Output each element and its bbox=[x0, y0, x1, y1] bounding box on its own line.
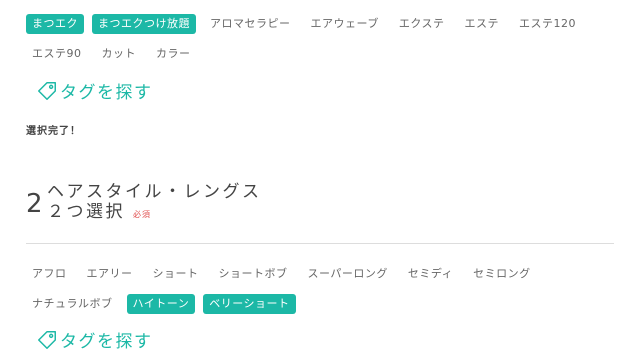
question-header: ヘアスタイル・レングス ２つ選択 必須 bbox=[47, 182, 262, 225]
tag-icon bbox=[38, 81, 56, 100]
tag-selected[interactable]: まつエク bbox=[26, 14, 84, 34]
tag-option[interactable]: カット bbox=[96, 44, 143, 64]
tag-option[interactable]: エアリー bbox=[81, 264, 139, 284]
tag-option[interactable]: ナチュラルボブ bbox=[26, 294, 119, 314]
section-divider bbox=[26, 243, 614, 244]
tag-option[interactable]: ショート bbox=[147, 264, 205, 284]
find-tags-label: タグを探す bbox=[60, 83, 153, 103]
tag-selected[interactable]: まつエクつけ放題 bbox=[92, 14, 196, 34]
find-tags-button-2[interactable]: タグを探す bbox=[36, 327, 153, 352]
tag-option[interactable]: エアウェーブ bbox=[305, 14, 385, 34]
tag-list-section2: アフロ エアリー ショート ショートボブ スーパーロング セミディ セミロングナチュラルボブ… bbox=[26, 264, 620, 324]
tag-selected[interactable]: ベリーショート bbox=[203, 294, 296, 314]
tag-option[interactable]: セミロング bbox=[467, 264, 537, 284]
required-badge: 必須 bbox=[133, 210, 151, 219]
tag-option[interactable]: エステ120 bbox=[513, 14, 582, 34]
tag-option[interactable]: エクステ bbox=[393, 14, 451, 34]
tag-option[interactable]: ショートボブ bbox=[213, 264, 294, 284]
tag-icon bbox=[38, 330, 56, 349]
find-tags-label: タグを探す bbox=[60, 332, 153, 352]
tag-option[interactable]: アロマセラピー bbox=[204, 14, 297, 34]
tag-option[interactable]: エステ bbox=[459, 14, 506, 34]
tag-option[interactable]: セミディ bbox=[402, 264, 459, 284]
question-title: ヘアスタイル・レングス bbox=[47, 182, 262, 202]
selection-complete-text: 選択完了！ bbox=[26, 126, 81, 137]
question-number: 2 bbox=[26, 189, 43, 219]
question-subtitle-row: ２つ選択 必須 bbox=[47, 202, 262, 225]
tag-option[interactable]: スーパーロング bbox=[302, 264, 394, 284]
question-subtitle: ２つ選択 bbox=[47, 202, 125, 222]
tag-option[interactable]: アフロ bbox=[26, 264, 73, 284]
tag-option[interactable]: エステ90 bbox=[26, 44, 88, 64]
tag-option[interactable]: カラー bbox=[150, 44, 197, 64]
tag-list-section1: まつエク まつエクつけ放題 アロマセラピー エアウェーブ エクステ エステ エステ120 エス… bbox=[26, 14, 620, 74]
tag-selected[interactable]: ハイトーン bbox=[126, 294, 196, 314]
find-tags-button[interactable]: タグを探す bbox=[36, 78, 153, 103]
